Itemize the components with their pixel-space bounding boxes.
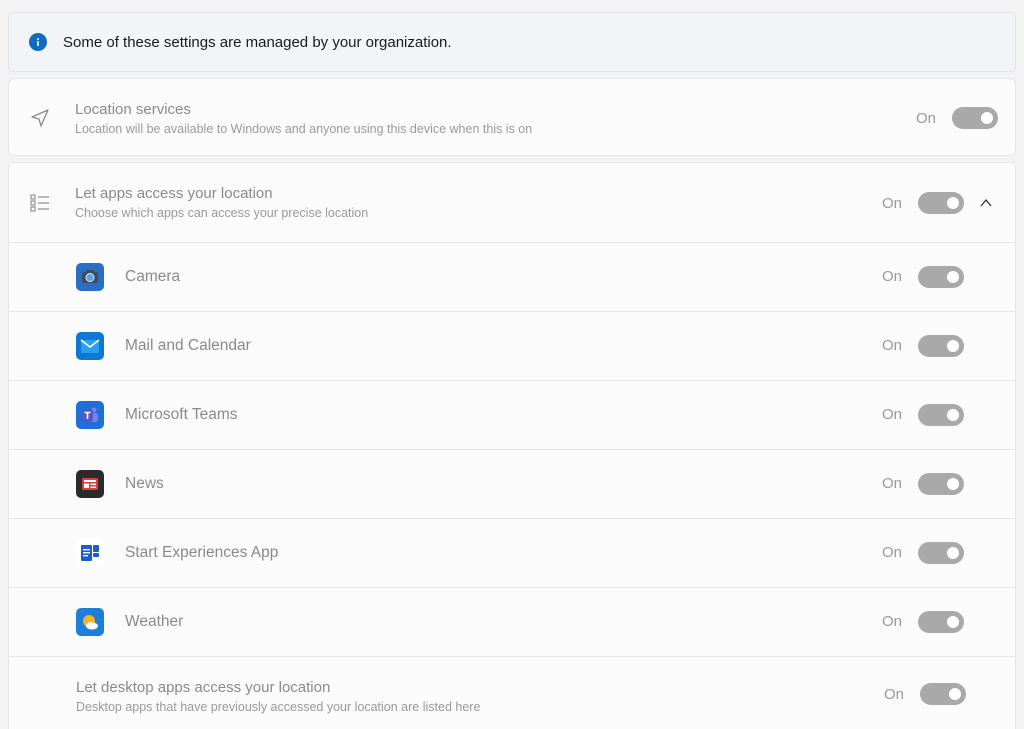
apps-access-text: Let apps access your location Choose whi… — [75, 185, 368, 220]
apps-access-subtitle: Choose which apps can access your precis… — [75, 206, 369, 220]
location-settings-page: Some of these settings are managed by yo… — [0, 0, 1024, 729]
app-toggle-start-experiences-app[interactable] — [918, 542, 964, 564]
app-row-camera: Camera On — [9, 242, 1015, 311]
start-experiences-app-icon — [76, 539, 104, 567]
desktop-apps-text: Let desktop apps access your location De… — [76, 679, 480, 714]
news-app-icon — [76, 470, 104, 498]
app-state-microsoft-teams: On — [882, 406, 903, 423]
location-services-card: Location services Location will be avail… — [8, 78, 1016, 156]
app-name-mail-and-calendar: Mail and Calendar — [125, 337, 251, 354]
desktop-apps-subtitle: Desktop apps that have previously access… — [76, 700, 481, 714]
location-services-title: Location services — [75, 100, 191, 118]
desktop-apps-state: On — [884, 686, 905, 703]
apps-access-card: Let apps access your location Choose whi… — [8, 162, 1016, 729]
location-services-subtitle: Location will be available to Windows an… — [75, 121, 533, 136]
camera-app-icon — [76, 263, 104, 291]
weather-app-icon — [76, 608, 104, 636]
list-icon — [29, 192, 51, 214]
apps-access-header[interactable]: Let apps access your location Choose whi… — [9, 163, 1015, 242]
apps-access-title: Let apps access your location — [75, 185, 273, 202]
app-row-start-experiences-app: Start Experiences App On — [9, 518, 1015, 587]
app-row-mail-and-calendar: Mail and Calendar On — [9, 311, 1015, 380]
location-services-text: Location services Location will be avail… — [75, 101, 532, 136]
desktop-apps-title: Let desktop apps access your location — [76, 679, 331, 696]
app-state-news: On — [882, 475, 903, 492]
app-toggle-news[interactable] — [918, 473, 964, 495]
app-name-microsoft-teams: Microsoft Teams — [125, 406, 238, 423]
location-services-state: On — [916, 110, 937, 127]
apps-access-state: On — [882, 195, 903, 212]
managed-by-org-banner: Some of these settings are managed by yo… — [8, 12, 1016, 72]
app-name-weather: Weather — [125, 613, 184, 630]
app-toggle-weather[interactable] — [918, 611, 964, 633]
chevron-up-icon[interactable] — [979, 196, 993, 210]
teams-app-icon — [76, 401, 104, 429]
location-services-toggle[interactable] — [952, 107, 998, 129]
app-state-weather: On — [882, 613, 903, 630]
app-state-mail-and-calendar: On — [882, 337, 903, 354]
apps-access-toggle[interactable] — [918, 192, 964, 214]
app-state-camera: On — [882, 268, 903, 285]
app-toggle-microsoft-teams[interactable] — [918, 404, 964, 426]
desktop-apps-toggle[interactable] — [920, 683, 966, 705]
info-icon — [29, 33, 47, 51]
app-name-camera: Camera — [125, 268, 181, 285]
app-row-microsoft-teams: Microsoft Teams On — [9, 380, 1015, 449]
app-toggle-mail-and-calendar[interactable] — [918, 335, 964, 357]
mail-app-icon — [76, 332, 104, 360]
app-row-weather: Weather On — [9, 587, 1015, 656]
location-arrow-icon — [29, 107, 51, 129]
app-name-news: News — [125, 475, 164, 492]
app-name-start-experiences-app: Start Experiences App — [125, 544, 279, 561]
app-row-news: News On — [9, 449, 1015, 518]
desktop-apps-row: Let desktop apps access your location De… — [9, 656, 1015, 729]
banner-text: Some of these settings are managed by yo… — [63, 33, 452, 51]
app-toggle-camera[interactable] — [918, 266, 964, 288]
app-state-start-experiences-app: On — [882, 544, 903, 561]
